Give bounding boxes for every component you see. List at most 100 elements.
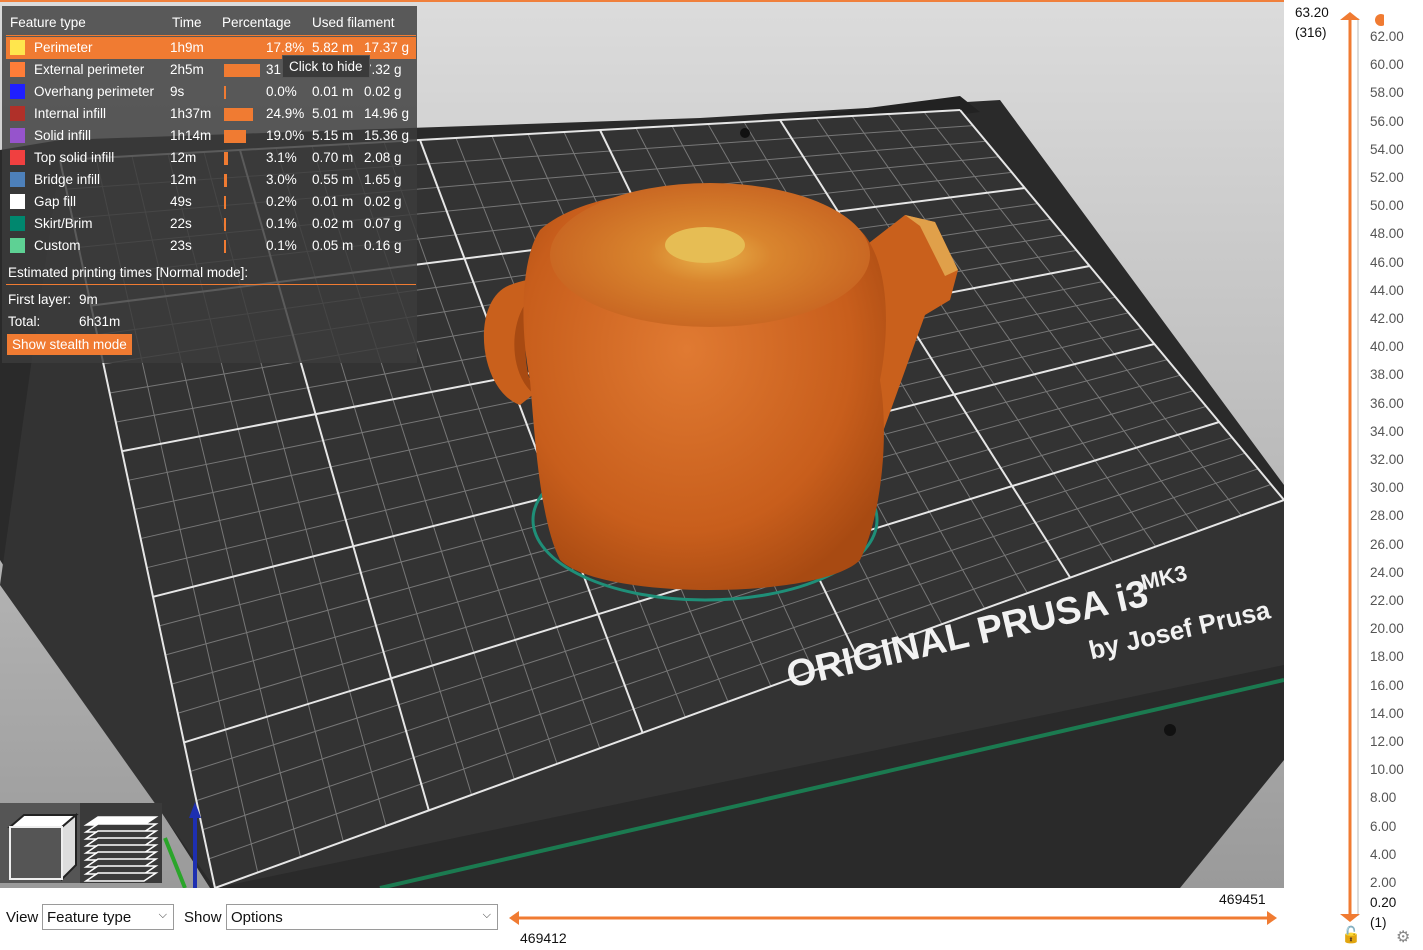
height-tick-label: 46.00 [1370,254,1404,270]
legend-row-bar [224,86,226,99]
legend-row[interactable]: Overhang perimeter 9s 0.0% 0.01 m 0.02 g [6,81,416,103]
legend-row-length: 0.70 m [312,150,354,165]
height-tick-label: 8.00 [1370,790,1397,806]
legend-row-percentage: 24.9% [266,106,305,121]
show-label: Show [184,909,222,926]
height-tick-label: 28.00 [1370,508,1404,524]
legend-row-time: 23s [170,238,192,253]
height-tick-label: 56.00 [1370,113,1404,129]
legend-row-bar [224,108,253,121]
height-tick-label: 14.00 [1370,705,1404,721]
view-3d-button[interactable] [0,803,80,883]
slider-right-handle[interactable] [1267,911,1277,925]
legend-color-swatch [10,172,25,187]
show-options-select[interactable]: Options ⌵ [226,904,498,930]
height-tick-label: 18.00 [1370,649,1404,665]
legend-row-time: 2h5m [170,62,204,77]
top-layer-value: (316) [1295,25,1327,40]
legend-row-weight: 14.96 g [364,106,410,121]
height-tick-label: 54.00 [1370,141,1404,157]
legend-row[interactable]: Skirt/Brim 22s 0.1% 0.02 m 0.07 g [6,213,416,235]
legend-row-weight: 1.65 g [364,172,402,187]
height-tick-label: 60.00 [1370,57,1404,73]
show-options-value: Options [231,909,283,926]
add-color-change-icon[interactable] [1375,14,1384,26]
legend-row-weight: 0.02 g [364,194,402,209]
legend-row-length: 5.15 m [312,128,354,143]
preview-layers-button[interactable] [80,803,162,883]
legend-color-swatch [10,84,25,99]
legend-row[interactable]: Internal infill 1h37m 24.9% 5.01 m 14.96 g [6,103,416,125]
legend-row-length: 5.82 m [312,40,354,55]
height-tick-label: 20.00 [1370,621,1404,637]
height-tick-label: 6.00 [1370,818,1397,834]
layers-icon [83,816,159,882]
height-tick-label: 34.00 [1370,423,1404,439]
legend-row-time: 1h14m [170,128,212,143]
height-tick-label: 44.00 [1370,282,1404,298]
show-stealth-mode-button[interactable]: Show stealth mode [7,334,132,355]
legend-row-bar [224,218,226,231]
gear-icon[interactable]: ⚙ [1396,927,1410,947]
height-tick-label: 24.00 [1370,564,1404,580]
legend-row-name: Overhang perimeter [34,84,155,99]
height-tick-label: 16.00 [1370,677,1404,693]
legend-row-percentage: 0.0% [266,84,297,99]
first-layer-value: 9m [79,292,98,307]
legend-row-name: Custom [34,238,81,253]
tooltip: Click to hide [282,55,370,78]
legend-color-swatch [10,150,25,165]
legend-row-bar [224,130,246,143]
legend-row[interactable]: Solid infill 1h14m 19.0% 5.15 m 15.36 g [6,125,416,147]
legend-row-bar [224,152,228,165]
legend-row-name: External perimeter [34,62,145,77]
legend-row-percentage: 0.2% [266,194,297,209]
legend-row-weight: 0.16 g [364,238,402,253]
legend-row-percentage: 0.1% [266,238,297,253]
legend-row-time: 22s [170,216,192,231]
legend-separator [6,35,416,36]
first-layer-label: First layer: [8,292,72,307]
slider-left-handle[interactable] [509,911,519,925]
legend-row[interactable]: Top solid infill 12m 3.1% 0.70 m 2.08 g [6,147,416,169]
estimated-times-title: Estimated printing times [Normal mode]: [8,265,249,280]
horizontal-slider[interactable] [505,906,1285,928]
height-tick-label: 2.00 [1370,875,1397,890]
height-tick-label: 42.00 [1370,311,1404,326]
total-value: 6h31m [79,314,121,329]
legend-row-weight: 7.32 g [364,62,402,77]
legend-row-time: 12m [170,172,197,187]
slider-bottom-value: 469412 [520,930,567,946]
legend-color-swatch [10,238,25,253]
legend-row-percentage: 0.1% [266,216,297,231]
legend-row-length: 0.02 m [312,216,354,231]
legend-row-length: 0.01 m [312,84,354,99]
legend-row-bar [224,196,226,209]
legend-row-time: 1h9m [170,40,204,55]
legend-row-name: Top solid infill [34,150,115,165]
height-tick-label: 10.00 [1370,762,1404,778]
legend-separator [6,284,416,285]
view-type-select[interactable]: Feature type ⌵ [42,904,174,930]
legend-row-weight: 15.36 g [364,128,410,143]
legend-row-name: Bridge infill [34,172,101,187]
slider-top-handle[interactable] [1340,12,1360,20]
legend-row-time: 49s [170,194,192,209]
3d-viewport[interactable]: ORIGINAL PRUSA i3 MK3 by Josef Prusa Fea… [0,0,1284,888]
legend-row-percentage: 31 [266,62,282,77]
legend-row-name: Gap fill [34,194,77,209]
height-tick-label: 32.00 [1370,452,1404,467]
legend-header-time: Time [172,15,202,30]
legend-row[interactable]: Custom 23s 0.1% 0.05 m 0.16 g [6,235,416,257]
lock-icon[interactable]: 🔓 [1341,925,1361,945]
legend-color-swatch [10,106,25,121]
legend-row[interactable]: Gap fill 49s 0.2% 0.01 m 0.02 g [6,191,416,213]
slider-bottom-handle[interactable] [1340,914,1360,922]
height-tick-label: 30.00 [1370,480,1404,496]
legend-row-weight: 0.02 g [364,84,402,99]
legend-row[interactable]: Bridge infill 12m 3.0% 0.55 m 1.65 g [6,169,416,191]
legend-row-weight: 0.07 g [364,216,402,231]
height-tick-label: 12.00 [1370,734,1404,749]
height-tick-label: 36.00 [1370,395,1404,411]
legend-row-length: 0.05 m [312,238,354,253]
